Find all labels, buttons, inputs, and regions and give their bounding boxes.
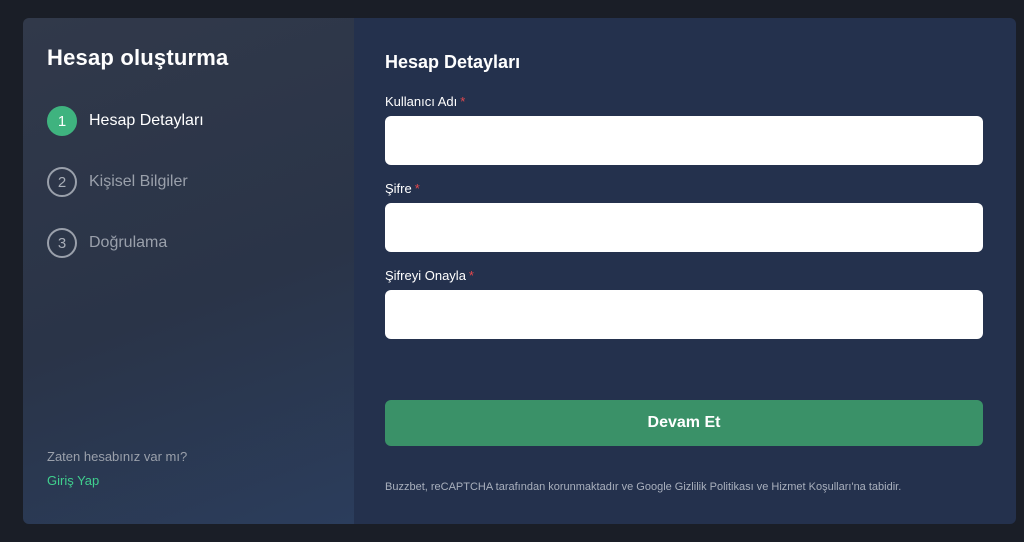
confirm-password-field-group: Şifreyi Onayla *	[385, 268, 983, 339]
password-label: Şifre *	[385, 181, 983, 197]
step-list: 1 Hesap Detayları 2 Kişisel Bilgiler 3 D…	[47, 106, 204, 289]
form-title: Hesap Detayları	[385, 52, 521, 72]
continue-button[interactable]: Devam Et	[385, 400, 983, 446]
confirm-password-label: Şifreyi Onayla *	[385, 268, 983, 284]
step-label: Kişisel Bilgiler	[89, 173, 188, 190]
step-account-details: 1 Hesap Detayları	[47, 106, 204, 136]
step-personal-info: 2 Kişisel Bilgiler	[47, 167, 204, 197]
required-mark: *	[468, 268, 474, 283]
signup-sidebar: Hesap oluşturma 1 Hesap Detayları 2 Kişi…	[23, 18, 354, 524]
account-details-form: Hesap Detayları Kullanıcı Adı * Şifre * Şi…	[354, 18, 1016, 524]
password-field-group: Şifre *	[385, 181, 983, 252]
step-number-3: 3	[47, 228, 77, 258]
password-input[interactable]	[385, 203, 983, 252]
username-label: Kullanıcı Adı *	[385, 94, 983, 110]
login-link[interactable]: Giriş Yap	[47, 473, 99, 488]
step-label: Hesap Detayları	[89, 112, 204, 129]
required-mark: *	[460, 94, 466, 109]
login-prompt: Zaten hesabınız var mı?	[47, 449, 188, 464]
step-verification: 3 Doğrulama	[47, 228, 204, 258]
step-label: Doğrulama	[89, 234, 168, 251]
signup-modal: Hesap oluşturma 1 Hesap Detayları 2 Kişi…	[23, 18, 1016, 524]
required-mark: *	[414, 181, 420, 196]
confirm-password-label-text: Şifreyi Onayla	[385, 268, 466, 283]
username-field-group: Kullanıcı Adı *	[385, 94, 983, 165]
username-label-text: Kullanıcı Adı	[385, 94, 458, 109]
sidebar-title: Hesap oluşturma	[47, 45, 229, 70]
step-number-1: 1	[47, 106, 77, 136]
step-number-2: 2	[47, 167, 77, 197]
recaptcha-notice: Buzzbet, reCAPTCHA tarafından korunmakta…	[385, 481, 902, 493]
confirm-password-input[interactable]	[385, 290, 983, 339]
password-label-text: Şifre	[385, 181, 412, 196]
username-input[interactable]	[385, 116, 983, 165]
